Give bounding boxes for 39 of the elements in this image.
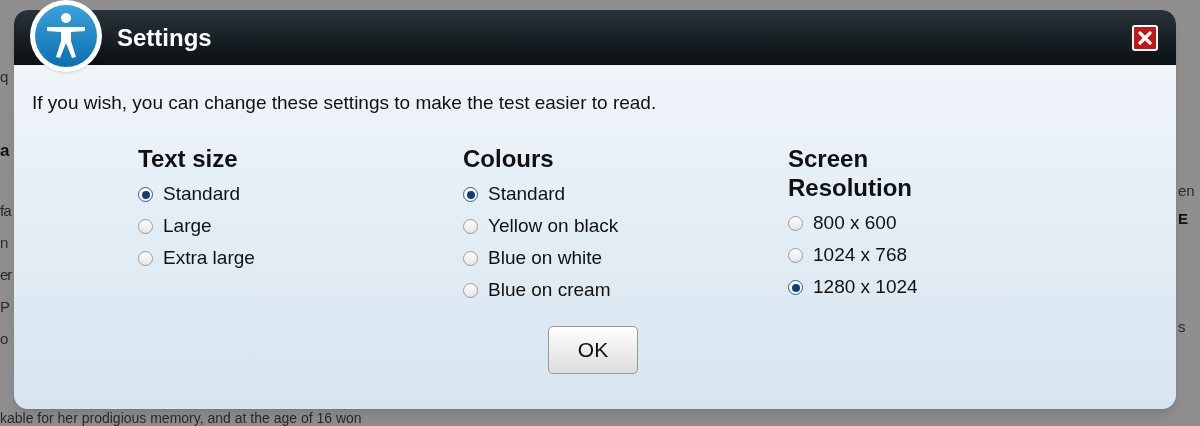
- radio-option[interactable]: Large: [138, 210, 463, 243]
- background-text: er: [0, 265, 12, 285]
- radio-button[interactable]: [138, 219, 153, 234]
- radio-option[interactable]: Yellow on black: [463, 210, 788, 243]
- radio-option[interactable]: Standard: [138, 178, 463, 211]
- radio-button[interactable]: [788, 280, 803, 295]
- radio-option[interactable]: Blue on white: [463, 242, 788, 275]
- radio-button[interactable]: [138, 187, 153, 202]
- intro-text: If you wish, you can change these settings to make the test easier to read.: [32, 91, 658, 115]
- close-icon: [1138, 30, 1152, 45]
- radio-button[interactable]: [463, 283, 478, 298]
- radio-button[interactable]: [463, 251, 478, 266]
- background-text: fa: [0, 201, 11, 221]
- close-button[interactable]: [1132, 24, 1158, 51]
- dialog-title: Settings: [117, 22, 212, 53]
- radio-option[interactable]: Blue on cream: [463, 274, 788, 307]
- radio-option[interactable]: 800 x 600: [788, 207, 1113, 240]
- background-text: E: [1178, 209, 1188, 229]
- radio-button[interactable]: [463, 219, 478, 234]
- radio-button[interactable]: [788, 248, 803, 263]
- group-heading: Colours: [463, 143, 555, 173]
- radio-button[interactable]: [788, 216, 803, 231]
- radio-option[interactable]: Standard: [463, 178, 788, 211]
- group-heading: Screen Resolution: [788, 143, 913, 202]
- background-text: q: [0, 67, 8, 87]
- background-text: en: [1178, 181, 1195, 201]
- radio-option[interactable]: 1280 x 1024: [788, 271, 1113, 304]
- background-text: o: [0, 329, 8, 349]
- background-text: P: [0, 297, 9, 317]
- background-text: a: [0, 140, 9, 162]
- radio-option[interactable]: Extra large: [138, 242, 463, 275]
- background-text: s: [1178, 317, 1186, 337]
- background-text: kable for her prodigious memory, and at the age of 16 won: [0, 410, 362, 426]
- radio-button[interactable]: [463, 187, 478, 202]
- radio-button[interactable]: [138, 251, 153, 266]
- radio-option[interactable]: 1024 x 768: [788, 239, 1113, 272]
- group-heading: Text size: [138, 143, 239, 173]
- background-text: n: [0, 233, 8, 253]
- ok-button[interactable]: OK: [548, 326, 638, 374]
